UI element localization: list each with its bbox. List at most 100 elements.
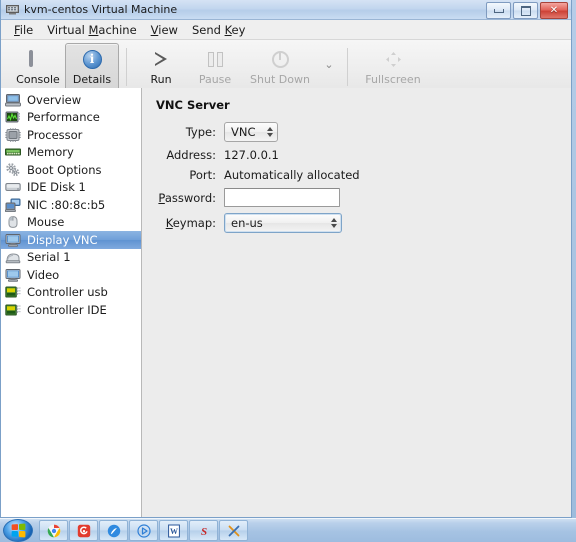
- menu-item-file[interactable]: File: [7, 21, 40, 39]
- sidebar-item-overview[interactable]: Overview: [1, 91, 141, 109]
- window-controls: ✕: [486, 2, 568, 19]
- menu-item-send-key[interactable]: Send Key: [185, 21, 252, 39]
- virtual-machine-window: kvm-centos Virtual Machine ✕ File Virtua…: [0, 0, 572, 518]
- taskbar-media-player-button[interactable]: [129, 520, 158, 541]
- close-icon: ✕: [549, 4, 559, 16]
- toolbar-separator-2: [347, 48, 348, 86]
- menu-item-virtual-machine[interactable]: Virtual Machine: [40, 21, 143, 39]
- port-label: Port:: [189, 168, 216, 182]
- keymap-field-cell: en-us: [224, 213, 571, 233]
- sidebar-item-label: Display VNC: [27, 232, 98, 247]
- type-select[interactable]: VNC: [224, 122, 278, 142]
- taskbar-word-button[interactable]: W: [159, 520, 188, 541]
- controller-icon: [5, 303, 21, 317]
- sidebar-item-performance[interactable]: Performance: [1, 109, 141, 127]
- run-button-label: Run: [150, 73, 172, 86]
- taskbar-chrome-button[interactable]: [39, 520, 68, 541]
- sidebar-item-label: Boot Options: [27, 162, 102, 177]
- details-button-label: Details: [72, 73, 112, 86]
- sidebar-item-nic[interactable]: NIC :80:8c:b5: [1, 196, 141, 214]
- menu-bar: File Virtual Machine View Send Key: [1, 20, 571, 40]
- vm-icon: [6, 4, 19, 15]
- sidebar-item-serial-1[interactable]: Serial 1: [1, 249, 141, 267]
- vnc-form: Type: VNC Address: 127.0.0.1 Port: Autom…: [154, 122, 571, 233]
- sidebar-item-video[interactable]: Video: [1, 266, 141, 284]
- power-icon: [271, 48, 289, 70]
- sidebar-item-mouse[interactable]: Mouse: [1, 214, 141, 232]
- start-button[interactable]: [3, 519, 33, 542]
- media-player-icon: [136, 523, 151, 538]
- pause-button[interactable]: Pause: [188, 43, 242, 91]
- taskbar-snagit-button[interactable]: S: [189, 520, 218, 541]
- keymap-label: Keymap:: [165, 216, 216, 230]
- taskbar-recorder-button[interactable]: [69, 520, 98, 541]
- type-field-cell: VNC: [224, 122, 571, 142]
- cpu-icon: [5, 128, 21, 142]
- hardware-list[interactable]: Overview Performance Processor Memory Bo…: [1, 88, 142, 517]
- sidebar-item-memory[interactable]: Memory: [1, 144, 141, 162]
- sidebar-item-label: Memory: [27, 145, 74, 160]
- minimize-button[interactable]: [486, 2, 511, 19]
- info-icon: i: [82, 48, 102, 70]
- sidebar-item-label: NIC :80:8c:b5: [27, 197, 106, 212]
- desktop-background: kvm-centos Virtual Machine ✕ File Virtua…: [0, 0, 576, 542]
- window-titlebar[interactable]: kvm-centos Virtual Machine ✕: [1, 0, 571, 20]
- close-button[interactable]: ✕: [540, 2, 568, 19]
- video-icon: [5, 268, 21, 282]
- sidebar-item-controller-ide[interactable]: Controller IDE: [1, 301, 141, 319]
- keymap-select[interactable]: en-us: [224, 213, 342, 233]
- fullscreen-button-label: Fullscreen: [365, 73, 421, 86]
- sidebar-item-display-vnc[interactable]: Display VNC: [1, 231, 141, 249]
- taskbar-items: W S: [39, 520, 248, 541]
- svg-text:W: W: [170, 527, 178, 536]
- taskbar-tool-button[interactable]: [219, 520, 248, 541]
- console-button[interactable]: Console: [11, 43, 65, 91]
- mouse-icon: [5, 215, 21, 229]
- sidebar-item-controller-usb[interactable]: Controller usb: [1, 284, 141, 302]
- sidebar-item-label: Performance: [27, 110, 100, 125]
- taskbar-browser-button[interactable]: [99, 520, 128, 541]
- network-icon: [4, 198, 21, 212]
- window-title: kvm-centos Virtual Machine: [24, 3, 178, 16]
- monitor-icon: [29, 48, 47, 70]
- type-select-value: VNC: [231, 125, 256, 139]
- chevron-updown-icon: [264, 127, 275, 137]
- sidebar-item-label: Controller usb: [27, 285, 108, 300]
- tool-icon: [228, 525, 239, 536]
- details-button[interactable]: i Details: [65, 43, 119, 91]
- shutdown-button[interactable]: Shut Down: [242, 43, 318, 91]
- password-label: Password:: [158, 190, 216, 205]
- maximize-button[interactable]: [513, 2, 538, 19]
- controller-icon: [5, 285, 21, 299]
- serial-icon: [5, 250, 21, 264]
- chevron-updown-icon: [328, 218, 339, 228]
- details-panel: VNC Server Type: VNC Address: 127.0.0.1 …: [142, 88, 571, 517]
- svg-text:S: S: [200, 526, 206, 538]
- pause-button-label: Pause: [198, 73, 232, 86]
- fullscreen-button[interactable]: Fullscreen: [355, 43, 431, 91]
- chevron-down-icon[interactable]: ⌄: [318, 43, 340, 91]
- computer-icon: [5, 93, 21, 107]
- keymap-select-value: en-us: [231, 216, 263, 230]
- menu-item-view[interactable]: View: [144, 21, 185, 39]
- sidebar-item-ide-disk-1[interactable]: IDE Disk 1: [1, 179, 141, 197]
- sidebar-item-label: Overview: [27, 92, 82, 107]
- port-value: Automatically allocated: [224, 168, 360, 182]
- fullscreen-icon: [385, 48, 402, 70]
- memory-icon: [5, 145, 21, 159]
- run-button[interactable]: Run: [134, 43, 188, 91]
- recorder-icon: [77, 524, 90, 537]
- console-button-label: Console: [16, 73, 60, 86]
- sidebar-item-processor[interactable]: Processor: [1, 126, 141, 144]
- performance-chart-icon: [5, 110, 21, 124]
- display-icon: [5, 233, 21, 247]
- password-field-cell: [224, 188, 571, 207]
- browser-icon: [107, 524, 120, 537]
- sidebar-item-boot-options[interactable]: Boot Options: [1, 161, 141, 179]
- chrome-icon: [47, 524, 60, 537]
- toolbar-separator-1: [126, 48, 127, 86]
- password-input[interactable]: [224, 188, 340, 207]
- address-value: 127.0.0.1: [224, 148, 279, 162]
- sidebar-item-label: Video: [27, 267, 60, 282]
- snagit-icon: S: [200, 526, 206, 538]
